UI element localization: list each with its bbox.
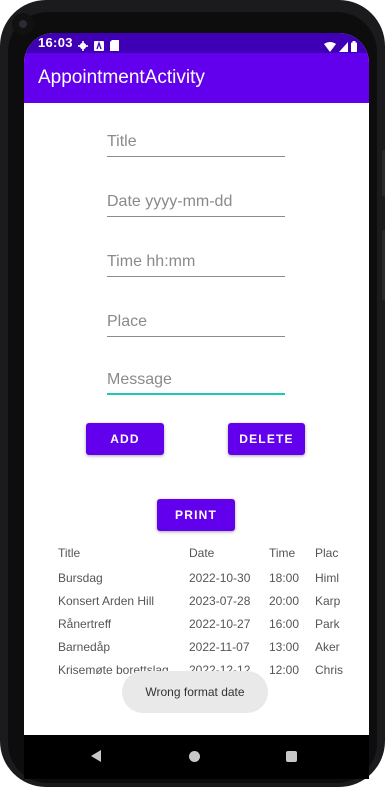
- date-field[interactable]: Date yyyy-mm-dd: [107, 181, 285, 217]
- cell-title: Bursdag: [58, 571, 103, 585]
- print-button[interactable]: PRINT: [157, 499, 235, 531]
- time-placeholder: Time hh:mm: [107, 253, 196, 270]
- table-row: Rånertreff 2022-10-27 16:00 Park: [58, 617, 369, 635]
- cell-time: 18:00: [269, 571, 300, 585]
- title-field[interactable]: Title: [107, 121, 285, 157]
- app-title: AppointmentActivity: [38, 67, 205, 88]
- back-icon[interactable]: [91, 750, 101, 762]
- cell-date: 2023-07-28: [189, 594, 251, 608]
- front-camera: [12, 13, 34, 35]
- cell-title: Rånertreff: [58, 617, 112, 631]
- header-place: Plac: [315, 546, 339, 560]
- sd-card-icon: [110, 36, 120, 51]
- app-bar: AppointmentActivity: [24, 53, 369, 103]
- cell-date: 2022-10-30: [189, 571, 251, 585]
- date-underline: [107, 216, 285, 217]
- place-underline: [107, 336, 285, 337]
- header-time: Time: [269, 546, 296, 560]
- message-placeholder: Message: [107, 371, 172, 388]
- notification-icons: [78, 36, 120, 51]
- place-field[interactable]: Place: [107, 301, 285, 337]
- cell-time: 20:00: [269, 594, 300, 608]
- table-row: Bursdag 2022-10-30 18:00 Himl: [58, 571, 369, 589]
- time-underline: [107, 276, 285, 277]
- cell-time: 12:00: [269, 663, 300, 677]
- cell-date: 2022-11-07: [189, 640, 250, 654]
- place-placeholder: Place: [107, 313, 148, 330]
- toast-message: Wrong format date: [122, 671, 268, 713]
- header-date: Date: [189, 546, 215, 560]
- home-icon[interactable]: [189, 751, 200, 762]
- time-field[interactable]: Time hh:mm: [107, 241, 285, 277]
- device-screen: 16:03 AppointmentActivity Title Date yyy…: [24, 33, 369, 768]
- cell-time: 16:00: [269, 617, 300, 631]
- title-placeholder: Title: [107, 133, 137, 150]
- cell-place: Chris: [315, 663, 343, 677]
- title-underline: [107, 156, 285, 157]
- cell-place: Park: [315, 617, 340, 631]
- table-row: Konsert Arden Hill 2023-07-28 20:00 Karp: [58, 594, 369, 612]
- message-field[interactable]: Message: [107, 359, 285, 395]
- status-time: 16:03: [38, 35, 73, 50]
- cell-time: 13:00: [269, 640, 300, 654]
- navigation-bar: [24, 735, 369, 779]
- status-bar: 16:03: [24, 33, 369, 53]
- cell-title: Barnedåp: [58, 640, 111, 654]
- table-header: Title Date Time Plac: [58, 546, 369, 564]
- message-underline: [107, 393, 285, 395]
- cell-title: Konsert Arden Hill: [58, 594, 155, 608]
- a-icon: [94, 36, 104, 51]
- cell-date: 2022-10-27: [189, 617, 251, 631]
- header-title: Title: [58, 546, 81, 560]
- gear-icon: [78, 36, 88, 51]
- recents-icon[interactable]: [286, 751, 297, 762]
- table-row: Barnedåp 2022-11-07 13:00 Aker: [58, 640, 369, 658]
- delete-button[interactable]: DELETE: [228, 423, 305, 455]
- cell-place: Karp: [315, 594, 341, 608]
- add-button[interactable]: ADD: [86, 423, 164, 455]
- cell-place: Himl: [315, 571, 339, 585]
- cell-place: Aker: [315, 640, 340, 654]
- date-placeholder: Date yyyy-mm-dd: [107, 193, 233, 210]
